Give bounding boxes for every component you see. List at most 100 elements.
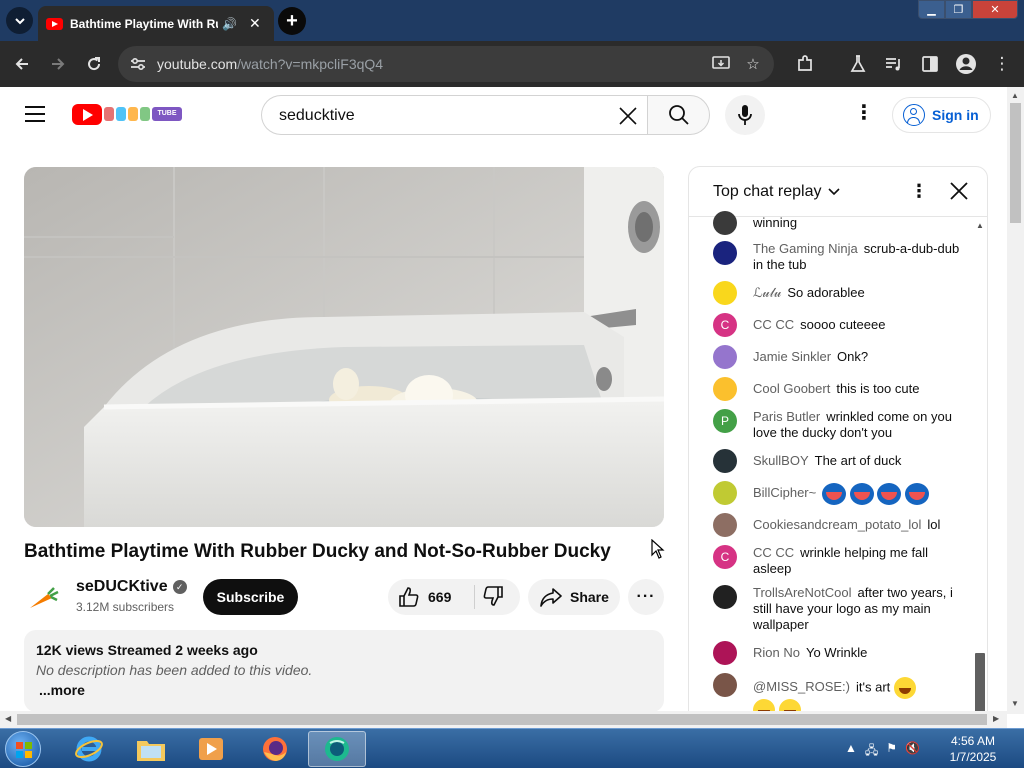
message-text: Yo Wrinkle [805,645,868,660]
chat-message: Cool Goobert this is too cute [713,377,963,401]
message-author: SkullBOY [753,453,809,468]
share-button[interactable]: Share [528,579,620,615]
file-explorer-taskbar-button[interactable] [124,731,178,767]
chat-message: P Paris Butler wrinkled come on you love … [713,409,963,441]
close-chat-icon[interactable] [947,179,971,203]
taskbar-clock[interactable]: 4:56 AM 1/7/2025 [944,733,1002,765]
browser-tab[interactable]: Bathtime Playtime With Rubber Ducky 🔊 ✕ [38,6,274,41]
message-author: CC CC [753,317,795,332]
chat-title: Top chat replay [713,183,822,200]
search-query: seducktive [279,107,355,124]
chat-avatar: C [713,545,737,569]
media-control-icon[interactable] [882,52,906,76]
message-text: it's art [856,679,891,695]
firefox-taskbar-button[interactable] [248,731,302,767]
clear-search-icon[interactable] [616,104,640,128]
page-scroll-thumb[interactable] [1010,103,1021,223]
browser-app-icon [325,737,349,761]
install-app-icon[interactable] [710,53,732,75]
scroll-up-arrow-icon[interactable]: ▲ [1011,91,1019,100]
channel-name-text: seDUCKtive [76,578,168,595]
extensions-icon[interactable] [793,52,817,76]
folder-icon [137,741,165,761]
chat-message-list[interactable]: winning The Gaming Ninja scrub-a-dub-dub … [689,211,987,715]
message-text: Onk? [837,349,869,364]
page-horizontal-scrollbar[interactable]: ◀ ▶ [0,711,1007,728]
tab-title: Bathtime Playtime With Rubber Ducky [70,16,218,31]
back-arrow-icon[interactable] [10,52,34,76]
minimize-button[interactable]: ▁ [918,0,945,19]
description-box[interactable]: 12K views Streamed 2 weeks ago No descri… [24,630,664,712]
window-close-button[interactable]: ✕ [972,0,1018,19]
url-path: /watch?v=mkpcliF3qQ4 [237,56,384,72]
bookmark-star-icon[interactable]: ☆ [742,53,764,75]
youtube-logo[interactable]: TUBE [72,103,182,125]
profile-icon[interactable] [954,52,978,76]
scroll-up-arrow-icon[interactable]: ▲ [976,221,984,230]
url-host: youtube.com [157,56,238,72]
chat-message: C CC CC wrinkle helping me fall asleep [713,545,963,577]
chat-menu-icon[interactable]: ⋮ [909,181,929,202]
subscribe-button[interactable]: Subscribe [203,579,298,615]
thumbs-up-icon [399,587,419,607]
channel-name[interactable]: seDUCKtive ✓ [76,578,187,596]
search-input[interactable]: seducktive [261,95,647,135]
scroll-left-arrow-icon[interactable]: ◀ [5,714,11,723]
search-icon [668,105,689,125]
tab-close-icon[interactable]: ✕ [249,15,261,32]
like-count: 669 [428,589,452,605]
start-button[interactable] [5,731,41,767]
tab-search-button[interactable] [6,7,33,34]
sign-in-label: Sign in [932,107,979,123]
chat-scroll-thumb[interactable] [975,653,985,715]
chat-avatar [713,377,737,401]
forward-arrow-icon[interactable] [46,52,70,76]
reload-icon[interactable] [82,52,106,76]
search-button[interactable] [647,95,710,135]
message-author: Cookiesandcream_potato_lol [753,517,922,532]
message-text: lol [927,517,941,532]
internet-explorer-taskbar-button[interactable] [62,731,116,767]
action-center-flag-icon[interactable]: ⚑ [886,741,897,762]
chat-message: @MISS_ROSE:) it's art [713,673,963,715]
site-settings-icon[interactable] [128,54,148,74]
more-actions-icon[interactable]: ··· [628,579,664,615]
side-panel-icon[interactable] [918,52,942,76]
chat-message: ℒ𝓊𝓁𝓊 So adorablee [713,281,963,305]
sign-in-button[interactable]: Sign in [892,97,991,133]
guide-menu-icon[interactable] [25,106,45,122]
speaker-icon[interactable]: 🔊 [222,17,237,31]
show-more-link[interactable]: ...more [39,682,652,698]
labs-flask-icon[interactable] [846,52,870,76]
message-author: BillCipher~ [753,485,817,501]
voice-search-button[interactable] [725,95,765,135]
dislike-button[interactable] [482,585,506,609]
scroll-right-arrow-icon[interactable]: ▶ [993,714,999,723]
chrome-taskbar-button[interactable] [308,731,366,767]
address-bar[interactable]: youtube.com/watch?v=mkpcliF3qQ4 ☆ [118,46,774,82]
chat-replay-panel: Top chat replay ⋮ winning The Gaming Nin… [688,166,988,716]
media-player-taskbar-button[interactable] [184,731,238,767]
message-author: ℒ𝓊𝓁𝓊 [753,285,782,300]
laughing-emoji-icon [849,483,874,505]
message-author: Rion No [753,645,800,660]
network-icon[interactable]: 🖧 [865,741,878,762]
settings-menu-icon[interactable]: ⋮ [852,102,876,126]
volume-muted-icon[interactable]: 🔇 [905,741,920,762]
chevron-down-icon [14,17,25,24]
page-vertical-scrollbar[interactable]: ▲ ▼ [1007,87,1024,714]
show-hidden-icons-icon[interactable]: ▲ [845,741,857,762]
channel-avatar[interactable] [24,576,64,616]
chevron-down-icon [827,188,840,196]
chat-avatar [713,281,737,305]
new-tab-button[interactable]: + [278,7,306,35]
like-button[interactable]: 669 [398,585,451,609]
maximize-button[interactable]: ❐ [945,0,972,19]
chat-scrollbar[interactable]: ▲ [973,217,987,715]
video-player[interactable] [24,167,664,527]
browser-menu-icon[interactable]: ⋮ [990,52,1014,76]
scroll-down-arrow-icon[interactable]: ▼ [1011,699,1019,708]
chat-mode-dropdown[interactable]: Top chat replay [713,183,840,201]
message-text: soooo cuteeee [800,317,886,332]
horizontal-scroll-thumb[interactable] [17,714,987,725]
